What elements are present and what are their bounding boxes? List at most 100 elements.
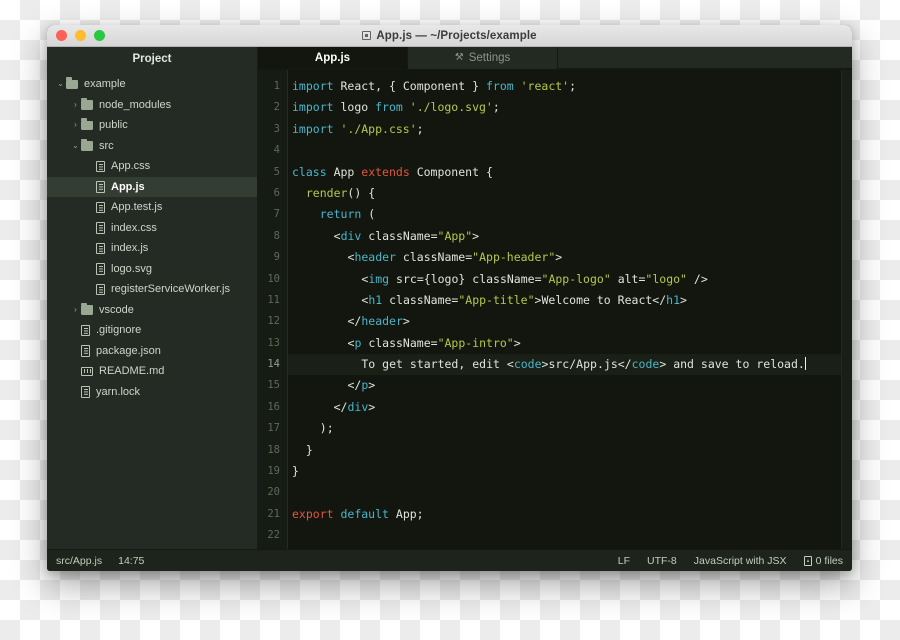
code-line[interactable]: import './App.css';	[288, 119, 852, 140]
chevron-right-icon[interactable]: ›	[70, 100, 81, 109]
status-encoding[interactable]: UTF-8	[647, 555, 677, 567]
file-icon	[96, 222, 105, 234]
file-icon	[96, 201, 105, 213]
tree-item-label: public	[99, 119, 128, 132]
tree-item[interactable]: › node_modules	[47, 95, 257, 116]
chevron-down-icon[interactable]: ⌄	[55, 80, 66, 88]
tree-item[interactable]: App.test.js	[47, 197, 257, 218]
status-line-ending[interactable]: LF	[618, 555, 630, 567]
markdown-file-icon	[81, 366, 93, 376]
code-line[interactable]: <h1 className="App-title">Welcome to Rea…	[288, 290, 852, 311]
file-icon	[81, 386, 90, 398]
line-number: 20	[267, 486, 280, 499]
code-line[interactable]: <img src={logo} className="App-logo" alt…	[288, 269, 852, 290]
line-number: 15	[267, 379, 280, 392]
code-line[interactable]: );	[288, 418, 852, 439]
tree-item-label: example	[84, 78, 126, 91]
editor-scrollbar[interactable]	[841, 70, 852, 549]
tree-item-label: App.js	[111, 180, 145, 193]
code-line[interactable]: return (	[288, 204, 852, 225]
tree-item[interactable]: README.md	[47, 361, 257, 382]
code-line[interactable]: To get started, edit <code>src/App.js</c…	[288, 354, 852, 376]
project-sidebar: Project ⌄ example › node_modules › public ⌄ src…	[47, 47, 258, 549]
code-line[interactable]: </header>	[288, 311, 852, 332]
tree-item-label: App.css	[111, 160, 151, 173]
file-icon	[96, 283, 105, 295]
code-line[interactable]: </div>	[288, 397, 852, 418]
chevron-right-icon[interactable]: ›	[70, 121, 81, 129]
close-button[interactable]	[56, 30, 67, 41]
code-line[interactable]: import logo from './logo.svg';	[288, 97, 852, 118]
status-files-count: 0 files	[815, 554, 843, 567]
tab-settings[interactable]: ⚒ Settings	[408, 47, 558, 69]
sidebar-title: Project	[47, 47, 257, 70]
tab-app-js[interactable]: App.js	[258, 47, 408, 69]
tree-item[interactable]: .gitignore	[47, 320, 257, 341]
code-line[interactable]: class App extends Component {	[288, 162, 852, 183]
status-files[interactable]: 0 files	[803, 554, 843, 567]
folder-icon	[66, 77, 78, 89]
zoom-button[interactable]	[94, 30, 105, 41]
file-icon	[96, 263, 105, 275]
file-icon	[96, 160, 105, 172]
code-line[interactable]: </p>	[288, 375, 852, 396]
status-left-group: src/App.js 14:75	[56, 555, 144, 567]
line-number: 6	[273, 186, 280, 199]
line-number: 8	[273, 229, 280, 242]
editor-tabbar[interactable]: App.js ⚒ Settings	[258, 47, 852, 70]
code-line[interactable]: render() {	[288, 183, 852, 204]
tree-item[interactable]: App.css	[47, 156, 257, 177]
traffic-light-group	[56, 30, 105, 41]
tree-item[interactable]: › vscode	[47, 300, 257, 321]
tree-item[interactable]: registerServiceWorker.js	[47, 279, 257, 300]
tree-item[interactable]: yarn.lock	[47, 382, 257, 403]
line-number: 1	[273, 80, 280, 92]
code-line[interactable]: <p className="App-intro">	[288, 333, 852, 354]
code-content[interactable]: import React, { Component } from 'react'…	[288, 70, 852, 549]
tree-item[interactable]: ⌄ example	[47, 74, 257, 95]
tools-icon: ⚒	[454, 52, 464, 63]
code-line[interactable]: <header className="App-header">	[288, 247, 852, 268]
code-line[interactable]	[288, 140, 852, 161]
status-language[interactable]: JavaScript with JSX	[694, 555, 787, 567]
status-cursor-position[interactable]: 14:75	[118, 555, 144, 567]
chevron-down-icon[interactable]: ⌄	[70, 141, 81, 150]
code-line[interactable]	[288, 525, 852, 546]
tree-item[interactable]: App.js	[47, 176, 257, 197]
code-line[interactable]: import React, { Component } from 'react'…	[288, 76, 852, 97]
file-tree[interactable]: ⌄ example › node_modules › public ⌄ src App.css…	[47, 70, 257, 549]
file-upload-icon	[803, 555, 812, 566]
tree-item-label: src	[99, 139, 114, 152]
code-line[interactable]: }	[288, 440, 852, 461]
tree-item-label: App.test.js	[111, 201, 163, 214]
code-line[interactable]: export default App;	[288, 504, 852, 525]
line-number: 21	[267, 507, 280, 520]
tree-item[interactable]: index.js	[47, 238, 257, 259]
code-line[interactable]	[288, 482, 852, 503]
tree-item-label: index.js	[111, 242, 149, 255]
code-editor[interactable]: 1 2 3 4 5 6 7 8 9 10 11 12 13 14 15 16 17 18 19 20 21 22 impo…	[258, 70, 852, 549]
line-number: 13	[267, 336, 280, 349]
status-file-path[interactable]: src/App.js	[56, 555, 102, 567]
tree-item-label: yarn.lock	[96, 385, 141, 398]
folder-icon	[81, 138, 93, 151]
tree-item[interactable]: ⌄ src	[47, 136, 257, 157]
chevron-right-icon[interactable]: ›	[70, 305, 81, 314]
tree-item[interactable]: › public	[47, 115, 257, 136]
tree-item[interactable]: index.css	[47, 218, 257, 239]
folder-icon	[81, 302, 93, 315]
code-line[interactable]: }	[288, 461, 852, 482]
folder-icon	[81, 97, 93, 110]
code-line[interactable]: <div className="App">	[288, 226, 852, 247]
minimize-button[interactable]	[75, 30, 86, 41]
tree-item[interactable]: logo.svg	[47, 259, 257, 280]
tree-item[interactable]: package.json	[47, 341, 257, 362]
tree-item-label: vscode	[99, 303, 134, 316]
status-bar: src/App.js 14:75 LF UTF-8 JavaScript wit…	[47, 549, 852, 571]
line-number: 22	[267, 529, 280, 542]
